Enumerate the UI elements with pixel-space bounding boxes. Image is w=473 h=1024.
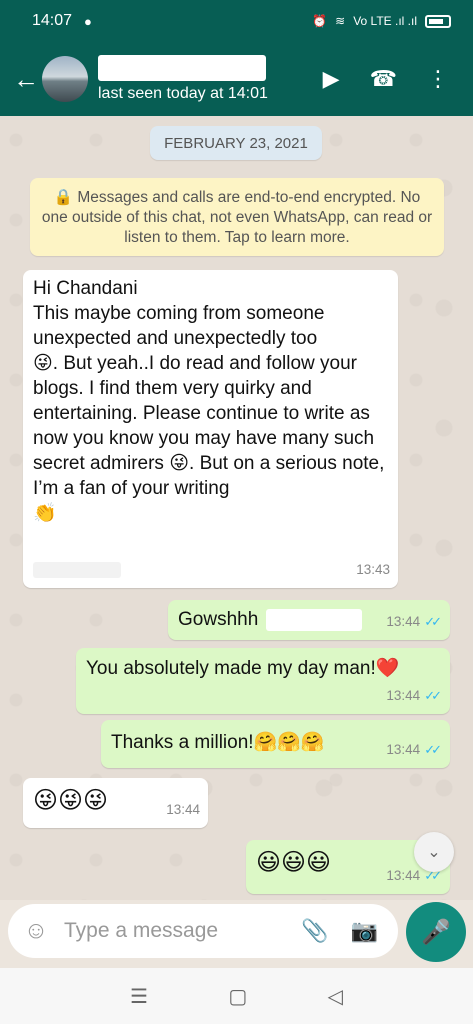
redacted-text xyxy=(266,608,363,631)
message-time: 13:44 xyxy=(386,868,421,883)
header-actions: ▶ ☎ ⋮ xyxy=(323,66,473,92)
contact-info[interactable]: last seen today at 14:01 xyxy=(98,55,268,103)
read-ticks-icon: ✓✓ xyxy=(424,688,442,703)
last-seen-status: last seen today at 14:01 xyxy=(98,85,268,102)
location-icon: ● xyxy=(84,13,92,29)
encryption-notice[interactable]: 🔒 Messages and calls are end-to-end encr… xyxy=(30,178,444,256)
message-time: 13:43 xyxy=(356,562,390,577)
chevron-down-icon[interactable]: ⌄ xyxy=(414,832,454,872)
home-icon[interactable]: ▢ xyxy=(228,984,247,1009)
system-nav-bar: ☰ ▢ ◁ xyxy=(0,968,473,1024)
message-bubble[interactable]: Thanks a million!🤗🤗🤗 13:44 ✓✓ xyxy=(101,720,450,768)
message-meta: 13:44 ✓✓ xyxy=(386,609,442,634)
read-ticks-icon: ✓✓ xyxy=(424,742,442,757)
menu-icon[interactable]: ☰ xyxy=(130,984,148,1009)
status-bar: 14:07 ● ⏰ ≋ Vo LTE .ıl .ıl xyxy=(0,0,473,42)
emoji-icon[interactable]: ☺ xyxy=(20,917,52,945)
message-bubble[interactable]: You absolutely made my day man!❤️ 13:44 … xyxy=(76,648,450,714)
more-vertical-icon[interactable]: ⋮ xyxy=(427,66,449,92)
video-icon[interactable]: ▶ xyxy=(323,66,340,92)
message-time: 13:44 xyxy=(386,614,421,629)
message-meta: 13:44 ✓✓ xyxy=(386,683,442,708)
message-time: 13:44 xyxy=(386,742,421,757)
status-time: 14:07 xyxy=(32,12,73,29)
message-input-bar: ☺ Type a message 📎 📷 xyxy=(8,904,398,958)
camera-icon[interactable]: 📷 xyxy=(351,918,378,944)
redacted-text xyxy=(33,562,121,578)
network-indicators: Vo LTE .ıl .ıl xyxy=(353,14,417,28)
message-text: Thanks a million!🤗🤗🤗 xyxy=(111,732,325,753)
message-bubble[interactable]: Hi Chandani This maybe coming from someo… xyxy=(23,270,398,588)
battery-icon xyxy=(425,14,451,28)
mic-icon: 🎤 xyxy=(421,918,451,946)
message-time: 13:44 xyxy=(166,802,200,817)
message-text: Gowshhh xyxy=(178,609,259,630)
message-input[interactable]: Type a message xyxy=(64,919,301,943)
input-tools: 📎 📷 xyxy=(301,918,378,944)
message-text: 😃😃😃 xyxy=(256,848,332,876)
back-icon[interactable]: ◁ xyxy=(327,984,342,1009)
message-bubble[interactable]: 😜😜😜 13:44 xyxy=(23,778,208,828)
arrow-left-icon[interactable]: ← xyxy=(8,64,44,95)
contact-name-redacted xyxy=(98,55,266,81)
wifi-icon: ≋ xyxy=(335,14,346,28)
attach-icon[interactable]: 📎 xyxy=(301,918,328,944)
alarm-icon: ⏰ xyxy=(312,14,328,28)
message-time: 13:44 xyxy=(386,688,421,703)
message-text: You absolutely made my day man!❤️ xyxy=(86,658,400,679)
read-ticks-icon: ✓✓ xyxy=(424,614,442,629)
status-icons: ⏰ ≋ Vo LTE .ıl .ıl xyxy=(312,14,451,28)
chat-header: ← last seen today at 14:01 ▶ ☎ ⋮ xyxy=(0,42,473,116)
message-bubble[interactable]: Gowshhh 13:44 ✓✓ xyxy=(168,600,450,640)
message-meta: 13:44 xyxy=(166,797,200,822)
message-meta: 13:43 xyxy=(356,557,390,582)
message-text: Hi Chandani This maybe coming from someo… xyxy=(33,278,385,524)
avatar[interactable] xyxy=(42,56,88,102)
mic-button[interactable]: 🎤 xyxy=(406,902,466,962)
message-text: 😜😜😜 xyxy=(33,786,109,814)
message-meta: 13:44 ✓✓ xyxy=(386,737,442,762)
chat-area[interactable]: FEBRUARY 23, 2021 🔒 Messages and calls a… xyxy=(0,116,473,900)
date-pill: FEBRUARY 23, 2021 xyxy=(150,126,322,160)
phone-icon[interactable]: ☎ xyxy=(370,66,397,92)
